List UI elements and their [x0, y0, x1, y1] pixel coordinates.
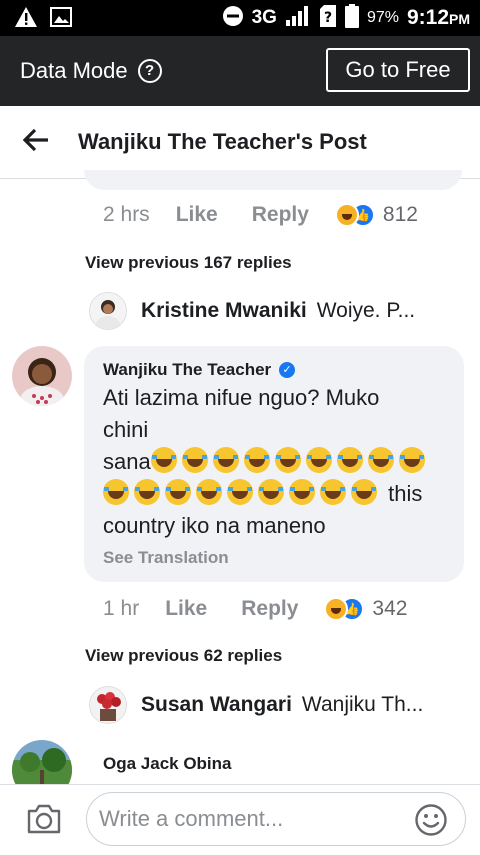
status-bar: 3G ? 97% 9:12PM: [0, 0, 480, 36]
avatar[interactable]: [12, 346, 72, 406]
tears-of-joy-icon: [165, 479, 191, 505]
do-not-disturb-icon: [222, 5, 244, 32]
reply-author-name[interactable]: Kristine Mwaniki: [141, 299, 307, 323]
comment-author-name[interactable]: Wanjiku The Teacher: [103, 360, 271, 380]
haha-reaction-icon: [334, 203, 359, 227]
data-mode-label[interactable]: Data Mode ?: [20, 58, 162, 84]
like-button[interactable]: Like: [176, 203, 218, 227]
comment-time: 2 hrs: [103, 203, 150, 226]
image-icon: [50, 7, 72, 32]
camera-icon[interactable]: [26, 803, 62, 840]
clock-time: 9:12: [406, 6, 449, 29]
comment-actions-row: 1 hr Like Reply 👍 342: [103, 596, 407, 622]
svg-text:?: ?: [324, 10, 332, 26]
comment-line: Ati lazima nifue nguo? Muko: [103, 385, 380, 410]
reply-snippet: Wanjiku Th...: [301, 693, 424, 716]
tears-of-joy-icon: [289, 479, 315, 505]
tears-of-joy-icon: [320, 479, 346, 505]
comment-line: chini: [103, 417, 149, 442]
reaction-count[interactable]: 812: [383, 203, 418, 227]
verified-badge-icon: ✓: [279, 362, 296, 378]
tears-of-joy-icon: [134, 479, 160, 505]
comment-composer: [0, 784, 480, 855]
back-arrow-icon[interactable]: [22, 126, 50, 159]
see-translation-link[interactable]: See Translation: [103, 548, 445, 568]
warning-icon: [14, 6, 38, 33]
tears-of-joy-icon: [227, 479, 253, 505]
comment-time: 1 hr: [103, 597, 140, 620]
tears-of-joy-icon: [274, 447, 301, 473]
battery-icon: [344, 3, 359, 33]
tears-of-joy-icon: [305, 447, 332, 473]
page-title: Wanjiku The Teacher's Post: [78, 129, 367, 154]
help-icon[interactable]: ?: [137, 59, 162, 83]
tears-of-joy-icon: [181, 447, 208, 473]
tears-of-joy-icon: [351, 479, 377, 505]
reply-snippet: Woiye. P...: [316, 299, 416, 322]
comment-word: this: [388, 481, 423, 506]
reply-author-name[interactable]: Susan Wangari: [141, 693, 292, 717]
comment-bubble[interactable]: Wanjiku The Teacher ✓ Ati lazima nifue n…: [84, 346, 464, 582]
tears-of-joy-icon: [258, 479, 284, 505]
comment-input[interactable]: [86, 792, 466, 846]
data-mode-text: Data Mode: [20, 58, 128, 83]
reactions-icons[interactable]: 👍: [334, 202, 375, 228]
tears-of-joy-icon: [150, 447, 177, 473]
post-header: Wanjiku The Teacher's Post: [0, 106, 480, 179]
reply-preview[interactable]: Susan Wangari Wanjiku Th...: [89, 686, 423, 724]
view-previous-replies-link[interactable]: View previous 62 replies: [85, 646, 282, 666]
previous-comment-bubble: [84, 170, 462, 190]
comment-author-name[interactable]: Oga Jack Obina: [103, 754, 232, 774]
emoji-picker-icon[interactable]: [414, 803, 448, 842]
tears-of-joy-icon: [243, 447, 270, 473]
comment-actions-row: 2 hrs Like Reply 👍 812: [103, 202, 418, 228]
comment-line: country iko na maneno: [103, 513, 326, 538]
network-type: 3G: [251, 7, 277, 28]
reply-preview[interactable]: Kristine Mwaniki Woiye. P...: [89, 292, 415, 330]
tears-of-joy-icon: [103, 479, 129, 505]
tears-of-joy-icon: [367, 447, 394, 473]
signal-icon: [285, 5, 311, 32]
comment-text: Ati lazima nifue nguo? Muko chini sana t…: [103, 382, 445, 542]
comment-line: sana: [103, 446, 445, 478]
go-to-free-button[interactable]: Go to Free: [326, 48, 470, 92]
reaction-count[interactable]: 342: [372, 597, 407, 621]
like-button[interactable]: Like: [165, 597, 207, 621]
tears-of-joy-icon: [196, 479, 222, 505]
reply-button[interactable]: Reply: [252, 203, 309, 227]
view-previous-replies-link[interactable]: View previous 167 replies: [85, 253, 292, 273]
sim-unknown-icon: ?: [319, 4, 337, 33]
reply-button[interactable]: Reply: [241, 597, 298, 621]
battery-percent: 97%: [366, 9, 399, 26]
tears-of-joy-icon: [336, 447, 363, 473]
avatar[interactable]: [89, 686, 127, 724]
avatar[interactable]: [89, 292, 127, 330]
comment-line: this: [103, 478, 445, 510]
reactions-icons[interactable]: 👍: [324, 596, 365, 622]
data-mode-bar: Data Mode ? Go to Free: [0, 36, 480, 106]
comment-word: sana: [103, 449, 151, 474]
tears-of-joy-icon: [212, 447, 239, 473]
tears-of-joy-icon: [398, 447, 425, 473]
clock-ampm: PM: [449, 11, 470, 27]
